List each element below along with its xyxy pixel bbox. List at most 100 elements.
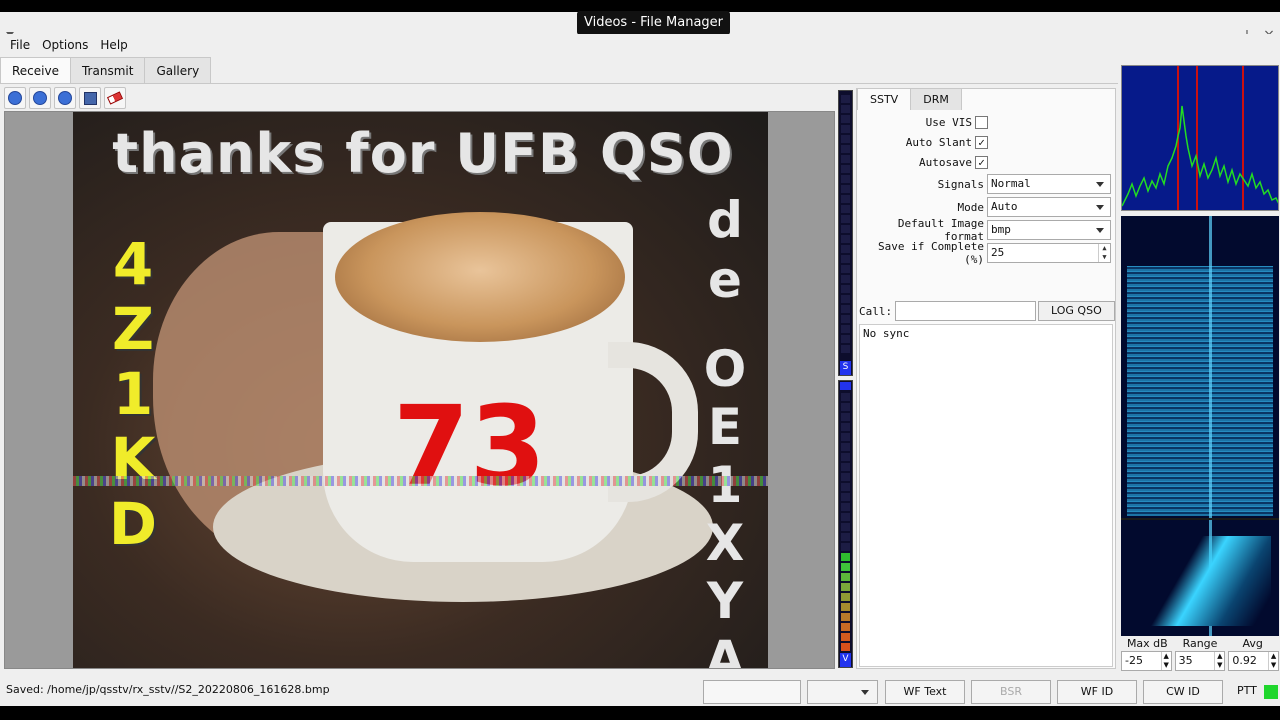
meter-segment	[841, 493, 850, 501]
resync-button[interactable]	[54, 87, 76, 109]
tab-gallery[interactable]: Gallery	[144, 57, 212, 83]
tab-drm[interactable]: DRM	[910, 88, 962, 110]
spectrum-display[interactable]	[1121, 65, 1279, 211]
range-value: 35	[1178, 654, 1193, 667]
use-vis-checkbox[interactable]	[975, 115, 988, 129]
tab-sstv[interactable]: SSTV	[857, 88, 912, 110]
meter-segment	[841, 543, 850, 551]
meter-segment	[841, 185, 850, 193]
meter-segment	[841, 443, 850, 451]
image-format-select[interactable]: bmp	[987, 220, 1111, 240]
save-complete-spinbox[interactable]: 25 ▲ ▼	[987, 243, 1111, 263]
meter-segment	[841, 643, 850, 651]
log-qso-button[interactable]: LOG QSO	[1037, 301, 1115, 321]
meter-segment	[841, 255, 850, 263]
autosave-checkbox[interactable]: ✓	[975, 155, 988, 169]
menu-help[interactable]: Help	[94, 38, 133, 52]
meter-segment	[841, 325, 850, 333]
call-row: Call: LOG QSO	[857, 300, 1115, 322]
meter-segment	[841, 563, 850, 571]
sync-status-text: No sync	[863, 327, 910, 340]
de-char: e	[708, 251, 742, 309]
meter-segment	[841, 295, 850, 303]
image-noise-line	[73, 476, 768, 486]
menu-options[interactable]: Options	[36, 38, 94, 52]
meter-segment	[841, 593, 850, 601]
range-spinbox[interactable]: 35 ▲ ▼	[1174, 651, 1226, 671]
meter-segment	[841, 225, 850, 233]
meter-segment	[841, 553, 850, 561]
spin-arrows-icon[interactable]: ▲ ▼	[1098, 244, 1110, 262]
waterfall-labels: Max dB Range Avg	[1121, 637, 1279, 651]
volume-meter: V	[838, 380, 853, 668]
bsr-button[interactable]: BSR	[971, 680, 1051, 704]
meter-segment	[841, 413, 850, 421]
signals-select[interactable]: Normal	[987, 174, 1111, 194]
spin-arrows-icon[interactable]: ▲ ▼	[1268, 652, 1278, 670]
waterfall-display[interactable]	[1121, 216, 1279, 636]
erase-button[interactable]	[104, 87, 126, 109]
autosave-label: Autosave	[919, 155, 972, 169]
waterfall-separator	[1121, 518, 1279, 520]
spin-arrows-icon[interactable]: ▲ ▼	[1160, 652, 1171, 670]
meter-segment	[841, 503, 850, 511]
meter-segment	[841, 523, 850, 531]
meter-segment	[841, 195, 850, 203]
resync-icon	[58, 91, 72, 105]
erase-icon	[106, 91, 124, 105]
menu-file[interactable]: File	[4, 38, 36, 52]
spin-arrows-icon[interactable]: ▲ ▼	[1214, 652, 1224, 670]
auto-slant-checkbox[interactable]: ✓	[975, 135, 988, 149]
spectrum-svg	[1122, 66, 1278, 210]
status-text-field[interactable]	[703, 680, 801, 704]
mode-select[interactable]: Auto	[987, 197, 1111, 217]
received-image-frame: thanks for UFB QSO 4 Z 1 K D d e O E 1 X…	[4, 111, 835, 669]
save-complete-value: 25	[991, 246, 1005, 259]
meter-segment	[841, 393, 850, 401]
save-button[interactable]	[79, 87, 101, 109]
callsign-char: Z	[111, 295, 155, 363]
start-button[interactable]	[4, 87, 26, 109]
callsign-char: D	[108, 490, 158, 558]
meter-segment	[841, 105, 850, 113]
status-combo[interactable]	[807, 680, 878, 704]
sync-meter-label: S	[840, 361, 851, 375]
signals-row: Signals Normal	[857, 174, 1115, 194]
meter-segment	[841, 125, 850, 133]
meter-segment	[841, 603, 850, 611]
de-char: d	[707, 191, 743, 249]
waterfall-band	[1127, 266, 1273, 516]
signals-label: Signals	[937, 177, 984, 191]
meter-segment	[841, 453, 850, 461]
max-db-value: -25	[1125, 654, 1143, 667]
meter-segment	[841, 95, 850, 103]
call-input[interactable]	[895, 301, 1036, 321]
avg-spinbox[interactable]: 0.92 ▲ ▼	[1228, 651, 1280, 671]
ptt-indicator	[1264, 685, 1278, 699]
save-complete-row: Save if Complete (%) 25 ▲ ▼	[857, 240, 1115, 266]
wf-id-button[interactable]: WF ID	[1057, 680, 1137, 704]
tab-transmit[interactable]: Transmit	[69, 57, 146, 83]
cw-id-button[interactable]: CW ID	[1143, 680, 1223, 704]
main-tabs: Receive Transmit Gallery	[0, 57, 212, 84]
meter-segment	[841, 573, 850, 581]
meter-segment	[841, 533, 850, 541]
volume-meter-top-cap	[840, 382, 851, 390]
meter-segment	[841, 315, 850, 323]
meter-segment	[841, 115, 850, 123]
tab-receive[interactable]: Receive	[0, 57, 71, 84]
meter-segment	[841, 135, 850, 143]
stop-button[interactable]	[29, 87, 51, 109]
max-db-spinbox[interactable]: -25 ▲ ▼	[1121, 651, 1172, 671]
sync-meter: S	[838, 90, 853, 376]
image-callsign-right: O E 1 X Y A	[685, 340, 765, 668]
meter-segment	[841, 215, 850, 223]
menu-bar: File Options Help	[0, 34, 1280, 56]
callsign-char: X	[705, 514, 745, 572]
received-sstv-image: thanks for UFB QSO 4 Z 1 K D d e O E 1 X…	[73, 112, 768, 668]
image-73-text: 73	[393, 382, 547, 510]
meter-segment	[841, 245, 850, 253]
meter-segment	[841, 613, 850, 621]
wf-text-button[interactable]: WF Text	[885, 680, 965, 704]
tab-divider	[0, 83, 1118, 84]
